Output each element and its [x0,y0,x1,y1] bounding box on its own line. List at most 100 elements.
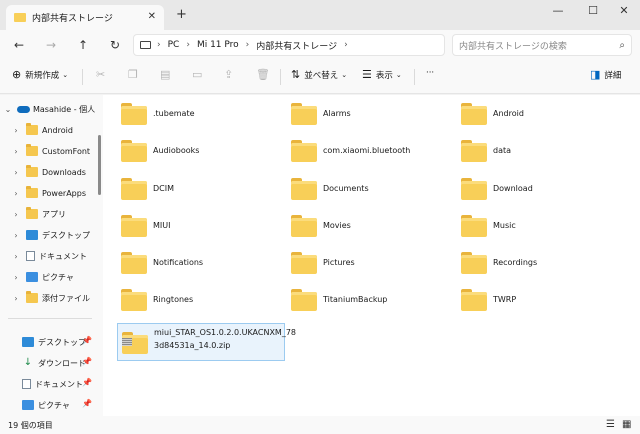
search-box[interactable]: 内部共有ストレージの検索 ⌕ [452,34,632,56]
title-bar: 内部共有ストレージ ✕ + — ☐ ✕ [0,0,640,30]
chevron-right-icon[interactable]: › [10,273,22,282]
sidebar-item-customfont[interactable]: › CustomFont [0,141,96,161]
new-button[interactable]: ⊕ 新規作成 ⌄ [12,68,68,81]
sidebar-item-onedrive[interactable]: ⌄ Masahide - 個人 [0,99,96,119]
chevron-right-icon[interactable]: › [10,168,22,177]
sort-button[interactable]: ⇅ 並べ替え ⌄ [291,68,347,81]
chevron-right-icon[interactable]: › [10,252,22,261]
tab-internal-storage[interactable]: 内部共有ストレージ ✕ [6,5,164,30]
copy-button[interactable]: ❐ [128,68,142,81]
new-tab-button[interactable]: + [176,7,187,22]
folder-icon [461,289,487,311]
chevron-right-icon[interactable]: › [10,231,22,240]
pin-icon[interactable]: 📌 [82,357,92,366]
search-placeholder: 内部共有ストレージの検索 [459,41,567,52]
chevron-down-icon: ⌄ [341,70,348,79]
quick-access-desktop[interactable]: デスクトップ 📌 [0,332,96,352]
status-bar: 19 個の項目 ☰ ▦ [0,416,640,434]
sidebar-item-label: ピクチャ [42,272,74,282]
breadcrumb-pc[interactable]: PC [168,40,180,50]
sidebar-item-label: Masahide - 個人 [33,104,96,114]
chevron-right-icon[interactable]: › [10,147,22,156]
sidebar-item-label: 添付ファイル [42,293,90,303]
sidebar-item-pictures[interactable]: › ピクチャ [0,267,96,287]
maximize-button[interactable]: ☐ [583,4,603,22]
share-button[interactable]: ⇪ [224,68,237,81]
tiles-view-icon[interactable]: ▦ [622,419,631,430]
item-count: 19 個の項目 [8,420,53,430]
copy-icon: ❐ [128,68,138,81]
folder-icon [461,103,487,125]
folder-name: TitaniumBackup [323,295,388,304]
folder-icon [26,291,38,303]
back-button[interactable]: ← [8,35,30,55]
details-view-icon[interactable]: ☰ [606,419,615,430]
folder-icon [121,252,147,274]
up-button[interactable]: ↑ [72,35,94,55]
delete-button[interactable]: 🗑 [256,68,274,81]
sidebar-item-apps[interactable]: › アプリ [0,204,96,224]
sidebar-item-powerapps[interactable]: › PowerApps [0,183,96,203]
sidebar-item-label: アプリ [42,209,66,219]
sidebar-scrollbar[interactable] [98,135,101,195]
refresh-button[interactable]: ↻ [104,35,126,55]
tab-close-icon[interactable]: ✕ [148,11,156,22]
quick-access-documents[interactable]: ドキュメント 📌 [0,374,96,394]
breadcrumb-storage[interactable]: 内部共有ストレージ [256,39,337,52]
sidebar-item-documents[interactable]: › ドキュメント [0,246,96,266]
forward-button[interactable]: → [40,35,62,55]
folder-icon [121,215,147,237]
folder-icon [291,178,317,200]
folder-name: DCIM [153,184,175,193]
zip-file-item[interactable]: miui_STAR_OS1.0.2.0.UKACNXM_78 3d84531a_… [117,323,296,361]
more-options-button[interactable]: ··· [426,68,434,78]
pin-icon[interactable]: 📌 [82,399,92,408]
clipboard-icon: ▤ [160,68,171,81]
sidebar-item-downloads[interactable]: › Downloads [0,162,96,182]
cloud-icon [17,105,30,113]
folder-name: Music [493,221,516,230]
folder-icon [121,178,147,200]
folder-icon [121,140,147,162]
sidebar-item-attachments[interactable]: › 添付ファイル [0,288,96,308]
folder-name: MIUI [153,221,171,230]
quick-access-downloads[interactable]: ↓ ダウンロード 📌 [0,353,96,373]
folder-icon [26,165,38,177]
view-label: 表示 [375,70,393,81]
folder-name: Ringtones [153,295,194,304]
divider [280,69,281,85]
folder-icon [121,103,147,125]
chevron-right-icon[interactable]: › [10,189,22,198]
folder-name: Android [493,109,524,118]
view-button[interactable]: ☰ 表示 ⌄ [362,68,402,81]
chevron-down-icon[interactable]: ⌄ [2,105,14,114]
sidebar-item-label: ダウンロード [38,358,86,368]
chevron-right-icon[interactable]: › [10,294,22,303]
close-button[interactable]: ✕ [614,4,634,22]
address-bar[interactable]: › PC › Mi 11 Pro › 内部共有ストレージ › [133,34,445,56]
chevron-right-icon[interactable]: › [10,126,22,135]
folder-name: Pictures [323,258,355,267]
sort-icon: ⇅ [291,68,301,81]
rename-button[interactable]: ▭ [192,68,206,81]
minimize-button[interactable]: — [548,4,568,22]
quick-access-pictures[interactable]: ピクチャ 📌 [0,395,96,415]
pin-icon[interactable]: 📌 [82,336,92,345]
navigation-bar: ← → ↑ ↻ › PC › Mi 11 Pro › 内部共有ストレージ › 内… [0,30,640,60]
tab-title: 内部共有ストレージ [32,14,113,24]
folder-icon [461,178,487,200]
pin-icon[interactable]: 📌 [82,378,92,387]
view-list-icon: ☰ [362,68,372,81]
breadcrumb-device[interactable]: Mi 11 Pro [197,40,239,50]
picture-icon [26,272,38,282]
sidebar-item-desktop[interactable]: › デスクトップ [0,225,96,245]
sidebar-item-android[interactable]: › Android [0,120,96,140]
sidebar-item-label: ドキュメント [39,251,87,261]
chevron-right-icon[interactable]: › [10,210,22,219]
paste-button[interactable]: ▤ [160,68,174,81]
details-button[interactable]: ◨ 詳細 [590,68,621,81]
cut-button[interactable]: ✂ [96,68,109,81]
zip-file-name-line2: 3d84531a_14.0.zip [154,341,231,350]
folder-name: TWRP [493,295,517,304]
breadcrumb-chevron-icon[interactable]: › [344,40,348,50]
